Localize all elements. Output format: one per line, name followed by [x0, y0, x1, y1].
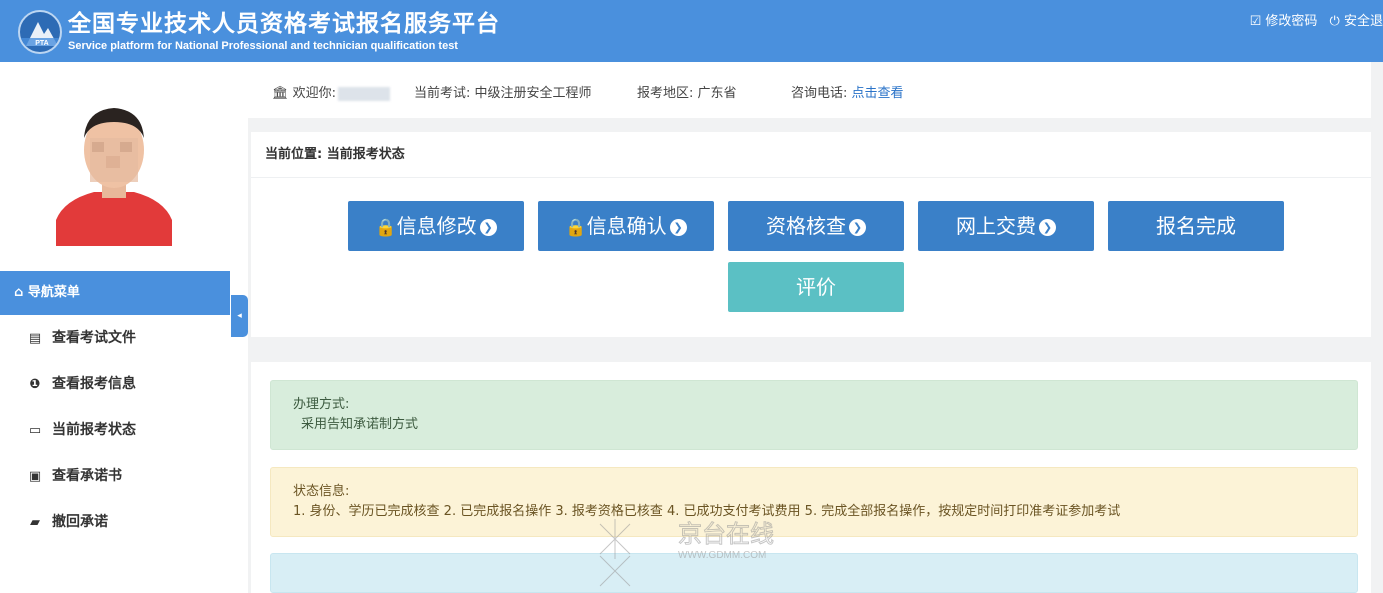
nav-list: ▤ 查看考试文件 ❶ 查看报考信息 ▭ 当前报考状态 ▣ 查看承诺书 ▰ 撤回承诺: [0, 315, 230, 545]
blurred-username: [338, 86, 391, 101]
current-exam: 当前考试: 中级注册安全工程师: [414, 82, 592, 101]
status-title: 状态信息:: [293, 484, 350, 499]
region-label: 报考地区:: [637, 86, 694, 101]
sidebar-item-label: 查看承诺书: [52, 468, 122, 484]
home-icon: ⌂: [14, 285, 24, 300]
lock-icon: 🔒: [565, 218, 587, 238]
exam-label: 当前考试:: [414, 86, 471, 101]
pta-logo: PTA: [18, 10, 62, 54]
sidebar-item-withdraw[interactable]: ▰ 撤回承诺: [0, 499, 230, 545]
step-label: 资格核查: [766, 214, 846, 238]
edit-info-button[interactable]: 🔒信息修改 ❯: [348, 201, 524, 251]
step-label: 报名完成: [1156, 214, 1236, 238]
welcome-bar: 🏛 欢迎你: 当前考试: 中级注册安全工程师 报考地区: 广东省 咨询电话: 点…: [248, 62, 1371, 118]
file-icon: ▤: [28, 331, 42, 346]
online-payment-button[interactable]: 网上交费 ❯: [918, 201, 1094, 251]
top-header: PTA 全国专业技术人员资格考试报名服务平台 Service platform …: [0, 0, 1383, 62]
welcome-greeting: 🏛 欢迎你:: [272, 82, 391, 101]
lock-icon: 🔒: [375, 218, 397, 238]
method-text: 采用告知承诺制方式: [301, 417, 419, 432]
sidebar-item-status[interactable]: ▭ 当前报考状态: [0, 407, 230, 453]
status-alert: 状态信息: 1. 身份、学历已完成核查 2. 已完成报名操作 3. 报考资格已核…: [270, 467, 1358, 537]
exam-region: 报考地区: 广东省: [637, 82, 737, 101]
info-area: 办理方式: 采用告知承诺制方式 状态信息: 1. 身份、学历已完成核查 2. 已…: [251, 362, 1371, 593]
evaluate-label: 评价: [796, 275, 836, 299]
sidebar: ⌂ 导航菜单 ▤ 查看考试文件 ❶ 查看报考信息 ▭ 当前报考状态 ▣ 查看承诺书 ▰ 撤…: [0, 62, 230, 593]
location-value: 当前报考状态: [326, 147, 405, 162]
breadcrumb: 当前位置: 当前报考状态: [251, 132, 1371, 178]
step-label: 信息确认: [586, 214, 667, 238]
evaluate-button[interactable]: 评价: [728, 262, 904, 312]
logo-text: PTA: [35, 40, 48, 47]
power-icon: ⏻: [1329, 14, 1340, 29]
site-title: 全国专业技术人员资格考试报名服务平台: [68, 11, 500, 37]
confirm-info-button[interactable]: 🔒信息确认 ❯: [538, 201, 714, 251]
sidebar-item-label: 查看报考信息: [52, 376, 136, 392]
site-subtitle: Service platform for National Profession…: [68, 40, 458, 52]
book-icon: ▰: [30, 515, 40, 530]
sidebar-toggle-button[interactable]: ◂: [231, 295, 248, 337]
step-label: 网上交费: [956, 214, 1036, 238]
sidebar-item-exam-files[interactable]: ▤ 查看考试文件: [0, 315, 230, 361]
edit-icon: ☑: [1249, 14, 1262, 29]
method-title: 办理方式:: [293, 397, 350, 412]
status-text: 1. 身份、学历已完成核查 2. 已完成报名操作 3. 报考资格已核查 4. 已…: [293, 504, 1121, 519]
info-circle-icon: ❶: [29, 377, 41, 392]
sidebar-item-label: 查看考试文件: [52, 330, 136, 346]
phone-view-link[interactable]: 点击查看: [852, 86, 904, 101]
sidebar-item-commitment[interactable]: ▣ 查看承诺书: [0, 453, 230, 499]
nav-menu-header: ⌂ 导航菜单: [0, 271, 230, 315]
bank-icon: 🏛: [272, 86, 289, 101]
method-alert: 办理方式: 采用告知承诺制方式: [270, 380, 1358, 450]
main-content: 🏛 欢迎你: 当前考试: 中级注册安全工程师 报考地区: 广东省 咨询电话: 点…: [248, 62, 1383, 593]
sidebar-item-label: 撤回承诺: [52, 514, 108, 530]
location-label: 当前位置:: [265, 147, 323, 162]
region-value: 广东省: [697, 86, 737, 101]
chevron-left-icon: ◂: [237, 311, 242, 321]
certificate-icon: ▣: [28, 469, 42, 484]
qualification-check-button[interactable]: 资格核查 ❯: [728, 201, 904, 251]
exam-value: 中级注册安全工程师: [474, 86, 592, 101]
greeting-text: 欢迎你:: [292, 86, 337, 101]
phone-label: 咨询电话:: [791, 86, 848, 101]
header-actions: ☑ 修改密码 ⏻ 安全退: [1242, 10, 1383, 29]
registration-complete-button[interactable]: 报名完成: [1108, 201, 1284, 251]
avatar: [54, 92, 174, 246]
chevron-right-icon: ❯: [669, 219, 687, 236]
monitor-icon: ▭: [28, 423, 42, 438]
sidebar-item-exam-info[interactable]: ❶ 查看报考信息: [0, 361, 230, 407]
status-panel: 当前位置: 当前报考状态 🔒信息修改 ❯ 🔒信息确认 ❯ 资格核查 ❯ 网上交费 ❯ 报…: [251, 132, 1371, 337]
consult-phone: 咨询电话: 点击查看: [791, 82, 904, 101]
change-password-link[interactable]: ☑ 修改密码: [1250, 14, 1318, 29]
chevron-right-icon: ❯: [1039, 219, 1056, 236]
nav-menu-title: 导航菜单: [27, 285, 80, 300]
logout-label: 安全退: [1343, 14, 1383, 29]
sidebar-item-label: 当前报考状态: [52, 422, 136, 438]
step-label: 信息修改: [396, 214, 477, 238]
change-password-label: 修改密码: [1265, 14, 1318, 29]
logout-link[interactable]: ⏻ 安全退: [1330, 14, 1383, 29]
info-alert: [270, 553, 1358, 593]
chevron-right-icon: ❯: [479, 219, 497, 236]
chevron-right-icon: ❯: [849, 219, 866, 236]
